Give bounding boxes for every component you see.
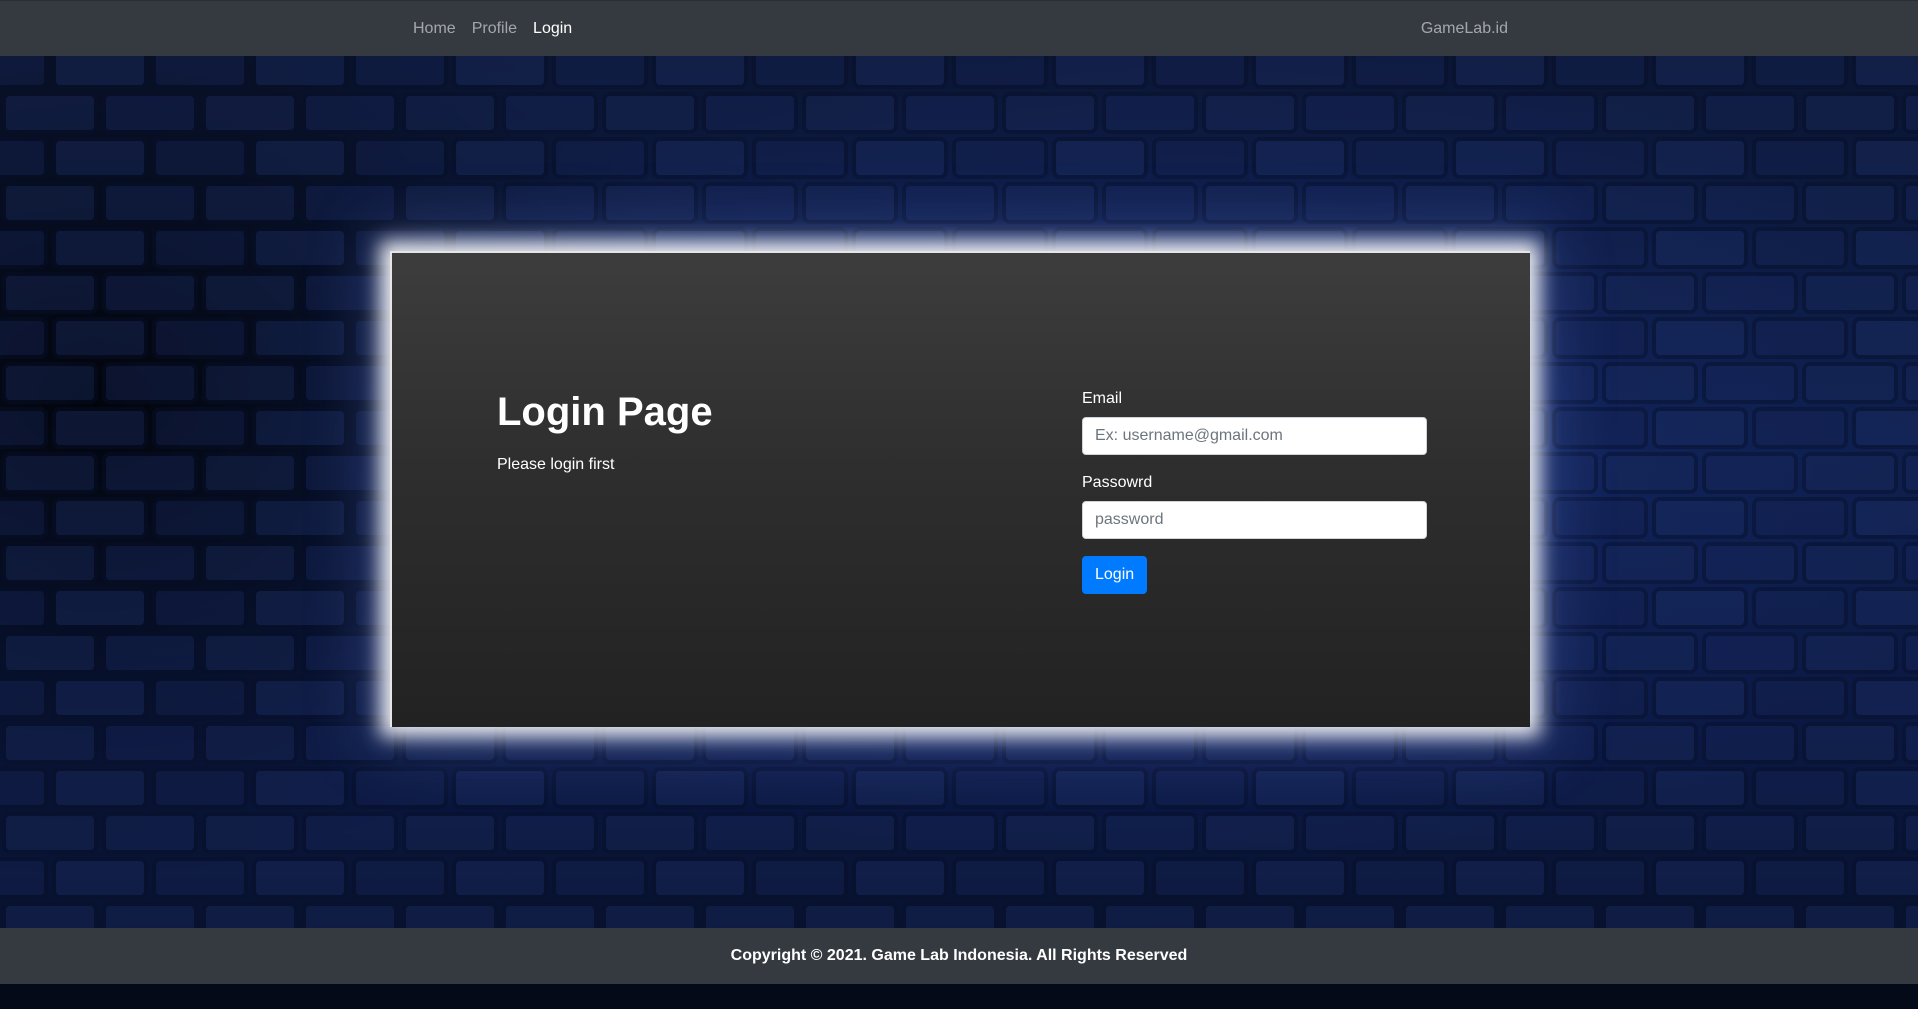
login-card-frame: Login Page Please login first Email Pass… bbox=[390, 251, 1530, 727]
login-card: Login Page Please login first Email Pass… bbox=[390, 251, 1530, 727]
login-intro: Login Page Please login first bbox=[497, 388, 713, 474]
copyright-text: Copyright © 2021. Game Lab Indonesia. Al… bbox=[730, 947, 1188, 964]
footer: Copyright © 2021. Game Lab Indonesia. Al… bbox=[0, 928, 1918, 984]
top-navbar: Home Profile Login GameLab.id bbox=[0, 0, 1918, 56]
password-label: Passowrd bbox=[1082, 474, 1153, 491]
nav-profile-link[interactable]: Profile bbox=[464, 1, 525, 57]
nav-home-link[interactable]: Home bbox=[413, 1, 464, 57]
nav-login-link[interactable]: Login bbox=[525, 1, 580, 57]
page-title: Login Page bbox=[497, 390, 713, 434]
email-label: Email bbox=[1082, 390, 1123, 407]
nav-links: Home Profile Login bbox=[413, 1, 580, 57]
email-field[interactable] bbox=[1082, 417, 1427, 455]
page: Home Profile Login GameLab.id Login Page… bbox=[0, 0, 1918, 1009]
login-button[interactable]: Login bbox=[1082, 556, 1148, 594]
password-field[interactable] bbox=[1082, 501, 1427, 539]
bottom-strip bbox=[0, 984, 1918, 1009]
page-subtitle: Please login first bbox=[497, 456, 615, 473]
brand-link[interactable]: GameLab.id bbox=[1421, 1, 1508, 57]
login-form: Email Passowrd Login bbox=[1082, 389, 1427, 594]
